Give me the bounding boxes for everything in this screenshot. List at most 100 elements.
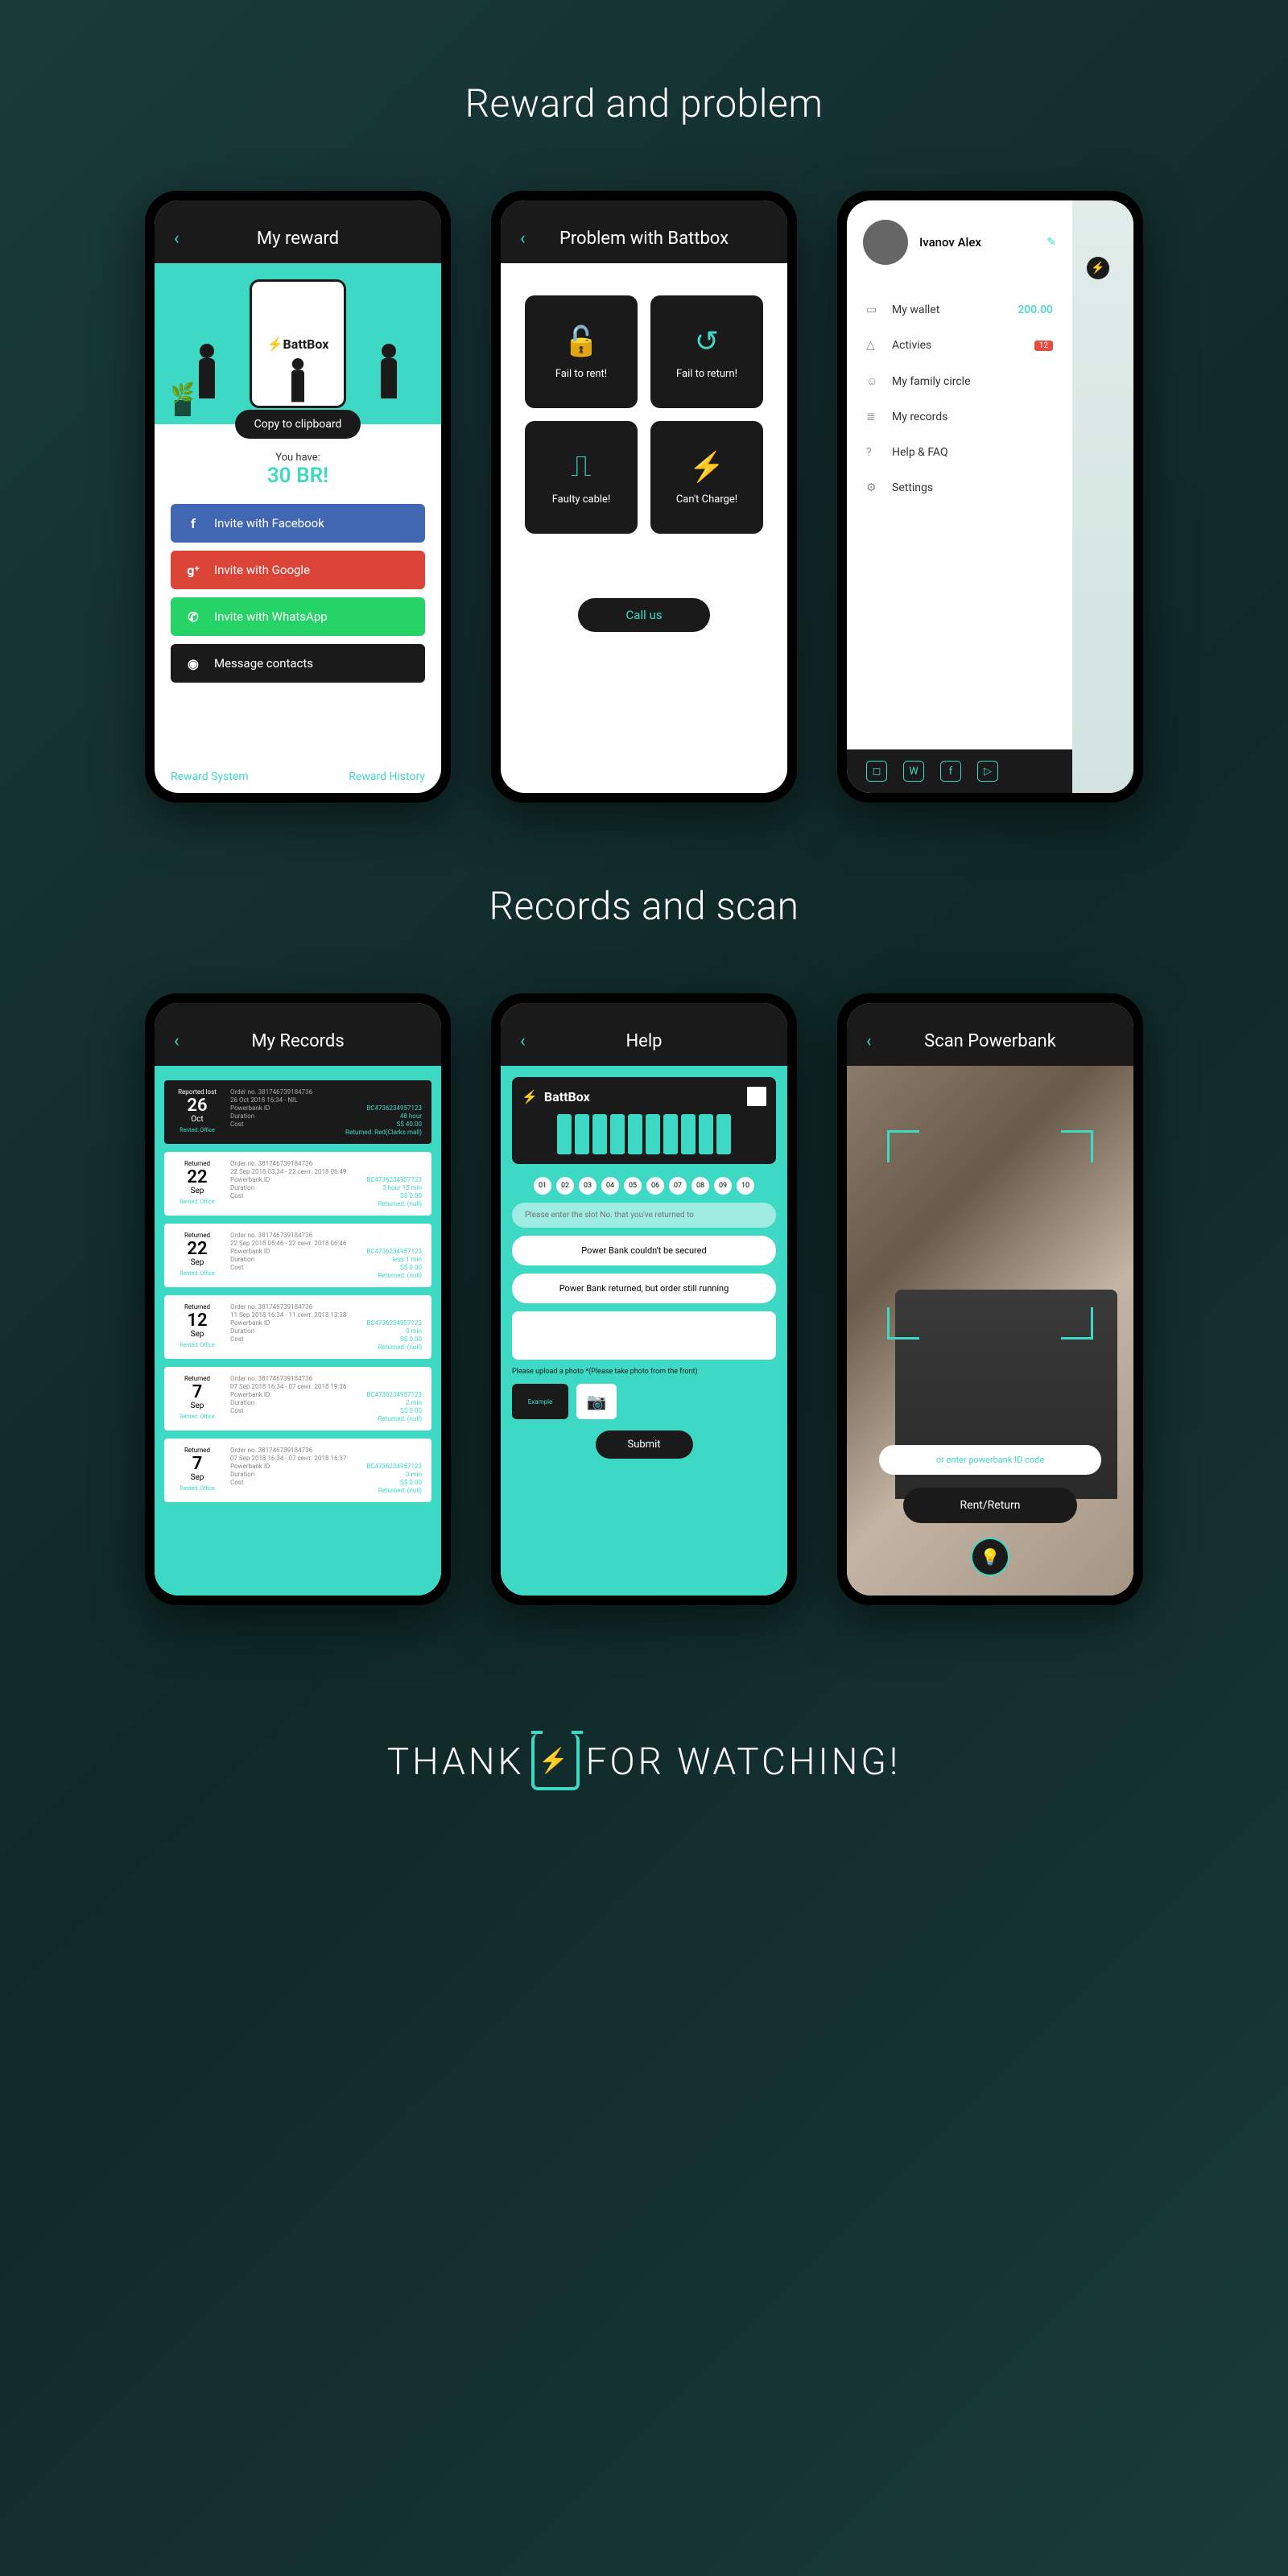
- reward-history-link[interactable]: Reward History: [349, 770, 425, 783]
- back-icon[interactable]: ‹: [174, 229, 180, 249]
- menu-item-icon: ≣: [866, 411, 881, 423]
- record-rented: Rented: Office: [180, 1414, 214, 1420]
- header-records: ‹ My Records: [155, 1003, 441, 1066]
- edit-icon[interactable]: ✎: [1046, 236, 1056, 249]
- map-pin-icon[interactable]: ⚡: [1087, 257, 1109, 279]
- camera-button[interactable]: 📷: [576, 1384, 617, 1419]
- slot-number-button[interactable]: 04: [601, 1177, 619, 1195]
- avatar[interactable]: [863, 220, 908, 265]
- battery-bolt-icon: ⚡: [531, 1734, 580, 1790]
- phones-row-2: ‹ My Records Reported lost 26 Oct Rented…: [0, 993, 1288, 1605]
- record-month: Sep: [191, 1330, 204, 1339]
- station-slot: [628, 1114, 642, 1154]
- record-card[interactable]: Reported lost 26 Oct Rented: Office Orde…: [164, 1080, 431, 1144]
- invite-google-button[interactable]: g⁺Invite with Google: [171, 551, 425, 589]
- contacts-icon: ◉: [184, 654, 203, 673]
- phone-reward: ‹ My reward ⚡BattBox Copy to clipboard Y…: [145, 191, 451, 803]
- drawer-item[interactable]: ⚙Settings: [847, 470, 1072, 506]
- back-icon[interactable]: ‹: [520, 1031, 526, 1051]
- station-slot: [716, 1114, 731, 1154]
- record-month: Sep: [191, 1473, 204, 1482]
- record-rented: Rented: Office: [180, 1127, 214, 1133]
- flashlight-button[interactable]: 💡: [971, 1538, 1009, 1576]
- invite-facebook-button[interactable]: fInvite with Facebook: [171, 504, 425, 543]
- youtube-icon[interactable]: ▷: [977, 761, 998, 782]
- slot-number-button[interactable]: 09: [714, 1177, 732, 1195]
- rent-return-button[interactable]: Rent/Return: [903, 1488, 1077, 1523]
- problem-label: Faulty cable!: [552, 493, 611, 506]
- comment-textarea[interactable]: [512, 1311, 776, 1360]
- instagram-icon[interactable]: ◻: [866, 761, 887, 782]
- record-card[interactable]: Returned 7 Sep Rented: Office Order no. …: [164, 1439, 431, 1502]
- record-card[interactable]: Returned 22 Sep Rented: Office Order no.…: [164, 1152, 431, 1216]
- item-label: Help & FAQ: [892, 446, 948, 459]
- drawer-item[interactable]: △Activies12: [847, 328, 1072, 363]
- slot-number-button[interactable]: 10: [737, 1177, 754, 1195]
- problem-label: Fail to rent!: [555, 368, 607, 380]
- back-icon[interactable]: ‹: [866, 1031, 872, 1051]
- person-illustration: [288, 358, 308, 410]
- social-bar: ◻ W f ▷: [847, 749, 1072, 793]
- record-rented: Rented: Office: [180, 1485, 214, 1492]
- menu-item-icon: ⚙: [866, 481, 881, 494]
- message-contacts-button[interactable]: ◉Message contacts: [171, 644, 425, 683]
- problem-tile[interactable]: ⚡ Can't Charge!: [650, 421, 763, 534]
- item-label: Activies: [892, 339, 931, 352]
- enter-code-button[interactable]: or enter powerbank ID code: [879, 1445, 1101, 1475]
- call-us-button[interactable]: Call us: [578, 598, 711, 632]
- frame-corner: [1061, 1130, 1093, 1162]
- slot-number-button[interactable]: 03: [579, 1177, 597, 1195]
- drawer-item[interactable]: ?Help & FAQ: [847, 435, 1072, 470]
- header-help: ‹ Help: [501, 1003, 787, 1066]
- menu-item-icon: △: [866, 339, 881, 352]
- item-label: My records: [892, 411, 947, 423]
- problem-icon: ⚡: [689, 450, 725, 484]
- problem-tile[interactable]: ↺Fail to return!: [650, 295, 763, 408]
- reward-system-link[interactable]: Reward System: [171, 770, 249, 783]
- frame-corner: [887, 1130, 919, 1162]
- section-title-1: Reward and problem: [0, 80, 1288, 126]
- option-not-secured[interactable]: Power Bank couldn't be secured: [512, 1236, 776, 1265]
- slot-number-button[interactable]: 07: [669, 1177, 687, 1195]
- bulb-icon: 💡: [980, 1547, 1001, 1567]
- slot-number-input[interactable]: [512, 1203, 776, 1228]
- problem-tile[interactable]: ⎍Faulty cable!: [525, 421, 638, 534]
- record-status: Reported lost: [178, 1088, 217, 1096]
- drawer-item[interactable]: ☺My family circle: [847, 363, 1072, 399]
- slot-number-button[interactable]: 01: [534, 1177, 551, 1195]
- back-icon[interactable]: ‹: [174, 1031, 180, 1051]
- problem-tile[interactable]: 🔓Fail to rent!: [525, 295, 638, 408]
- option-order-running[interactable]: Power Bank returned, but order still run…: [512, 1274, 776, 1303]
- station-slot: [610, 1114, 625, 1154]
- back-icon[interactable]: ‹: [520, 229, 526, 249]
- problem-label: Can't Charge!: [676, 493, 737, 506]
- frame-corner: [887, 1307, 919, 1340]
- page-title: My Records: [155, 1031, 441, 1051]
- drawer-item[interactable]: ≣ My records: [847, 399, 1072, 435]
- google-icon: g⁺: [184, 560, 203, 580]
- item-label: My family circle: [892, 375, 971, 388]
- example-thumbnail: Example: [512, 1384, 568, 1419]
- page-title: Problem with Battbox: [501, 229, 787, 249]
- submit-button[interactable]: Submit: [596, 1430, 693, 1459]
- copy-clipboard-button[interactable]: Copy to clipboard: [235, 410, 361, 439]
- navigation-drawer: Ivanov Alex ✎ ▭My wallet200.00△Activies1…: [847, 200, 1072, 793]
- phone-help: ‹ Help ⚡ BattBox 01 02 0304 0506 0708 09 10 Po…: [491, 993, 797, 1605]
- record-card[interactable]: Returned 12 Sep Rented: Office Order no.…: [164, 1295, 431, 1359]
- drawer-item[interactable]: ▭My wallet200.00: [847, 292, 1072, 328]
- slot-number-button[interactable]: 05: [624, 1177, 642, 1195]
- record-card[interactable]: Returned 7 Sep Rented: Office Order no. …: [164, 1367, 431, 1430]
- footer-thanks: THANK ⚡ FOR WATCHING!: [0, 1734, 1288, 1790]
- facebook-icon[interactable]: f: [940, 761, 961, 782]
- vk-icon[interactable]: W: [903, 761, 924, 782]
- record-rented: Rented: Office: [180, 1270, 214, 1277]
- slot-number-button[interactable]: 08: [691, 1177, 709, 1195]
- slot-number-button[interactable]: 06: [646, 1177, 664, 1195]
- slot-number-button[interactable]: 02: [556, 1177, 574, 1195]
- station-illustration: ⚡ BattBox: [512, 1077, 776, 1164]
- record-status: Returned: [184, 1375, 210, 1382]
- record-day: 7: [192, 1384, 203, 1402]
- record-status: Returned: [184, 1447, 210, 1454]
- invite-whatsapp-button[interactable]: ✆Invite with WhatsApp: [171, 597, 425, 636]
- record-card[interactable]: Returned 22 Sep Rented: Office Order no.…: [164, 1224, 431, 1287]
